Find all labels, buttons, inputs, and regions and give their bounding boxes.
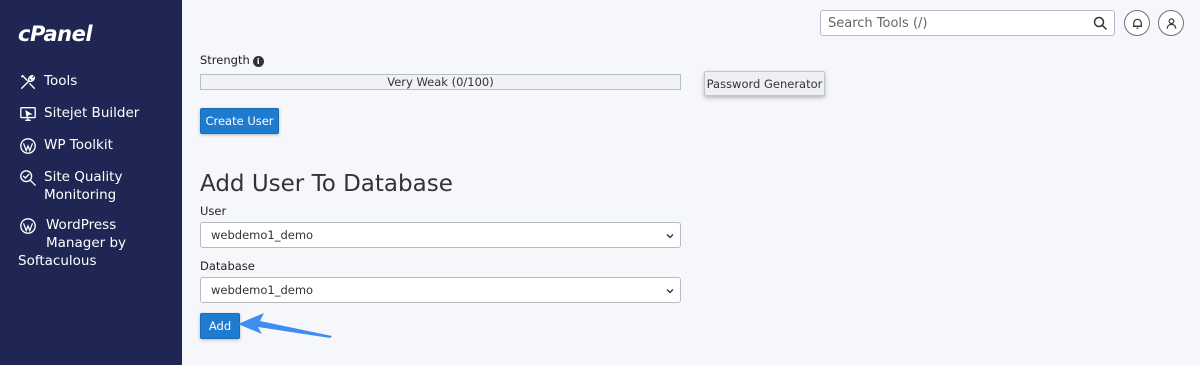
bell-icon bbox=[1132, 18, 1142, 29]
tools-icon bbox=[18, 72, 38, 92]
sidebar-nav: Tools Sitejet Builder WP Toolkit Site Qu… bbox=[18, 72, 178, 282]
sidebar-item-label: Monitoring bbox=[44, 187, 117, 203]
notifications-button[interactable] bbox=[1124, 10, 1150, 36]
chevron-down-icon bbox=[666, 289, 674, 294]
wordpress-icon bbox=[18, 216, 38, 236]
sidebar-item-sitejet-builder[interactable]: Sitejet Builder bbox=[18, 104, 178, 124]
user-menu-button[interactable] bbox=[1158, 10, 1184, 36]
password-generator-button[interactable]: Password Generator bbox=[704, 71, 825, 96]
database-label: Database bbox=[200, 259, 255, 273]
user-select-value: webdemo1_demo bbox=[211, 228, 314, 242]
sidebar-item-tools[interactable]: Tools bbox=[18, 72, 178, 92]
database-select[interactable]: webdemo1_demo bbox=[200, 277, 681, 303]
user-select[interactable]: webdemo1_demo bbox=[200, 222, 681, 248]
sidebar-item-label: Softaculous bbox=[18, 253, 97, 269]
info-icon[interactable]: i bbox=[252, 56, 264, 67]
sidebar-item-label: Manager by bbox=[46, 235, 127, 251]
database-select-value: webdemo1_demo bbox=[211, 283, 314, 297]
sidebar-item-label: Tools bbox=[44, 73, 78, 89]
strength-label-text: Strength bbox=[200, 53, 250, 67]
user-icon bbox=[1166, 17, 1176, 29]
user-label: User bbox=[200, 204, 227, 218]
sidebar-item-site-quality-monitoring[interactable]: Site Quality Monitoring bbox=[18, 168, 178, 204]
annotation-arrow-icon bbox=[238, 313, 332, 338]
create-user-button[interactable]: Create User bbox=[200, 108, 279, 134]
wordpress-icon bbox=[18, 136, 38, 156]
search-icon[interactable] bbox=[1092, 15, 1108, 31]
sidebar-item-label: Sitejet Builder bbox=[44, 105, 140, 121]
monitor-icon bbox=[18, 104, 38, 124]
add-button[interactable]: Add bbox=[200, 313, 240, 339]
strength-label: Strength i bbox=[200, 53, 264, 67]
password-strength-meter: Very Weak (0/100) bbox=[200, 74, 681, 90]
sidebar-item-wp-toolkit[interactable]: WP Toolkit bbox=[18, 136, 178, 156]
search-input[interactable] bbox=[821, 11, 1081, 35]
cpanel-logo[interactable]: cPanel bbox=[18, 22, 93, 46]
sidebar-item-wordpress-manager[interactable]: WordPress Manager by Softaculous bbox=[18, 216, 178, 270]
sidebar-item-label: Site Quality bbox=[44, 169, 123, 185]
sidebar-item-label: WordPress bbox=[46, 217, 117, 233]
sidebar: cPanel Tools Sitejet Builder WP Toolkit … bbox=[0, 0, 182, 365]
search-box[interactable] bbox=[820, 10, 1115, 36]
chevron-down-icon bbox=[666, 234, 674, 239]
sidebar-item-label: WP Toolkit bbox=[44, 137, 113, 153]
add-user-heading: Add User To Database bbox=[200, 171, 453, 197]
magnify-check-icon bbox=[18, 168, 38, 188]
